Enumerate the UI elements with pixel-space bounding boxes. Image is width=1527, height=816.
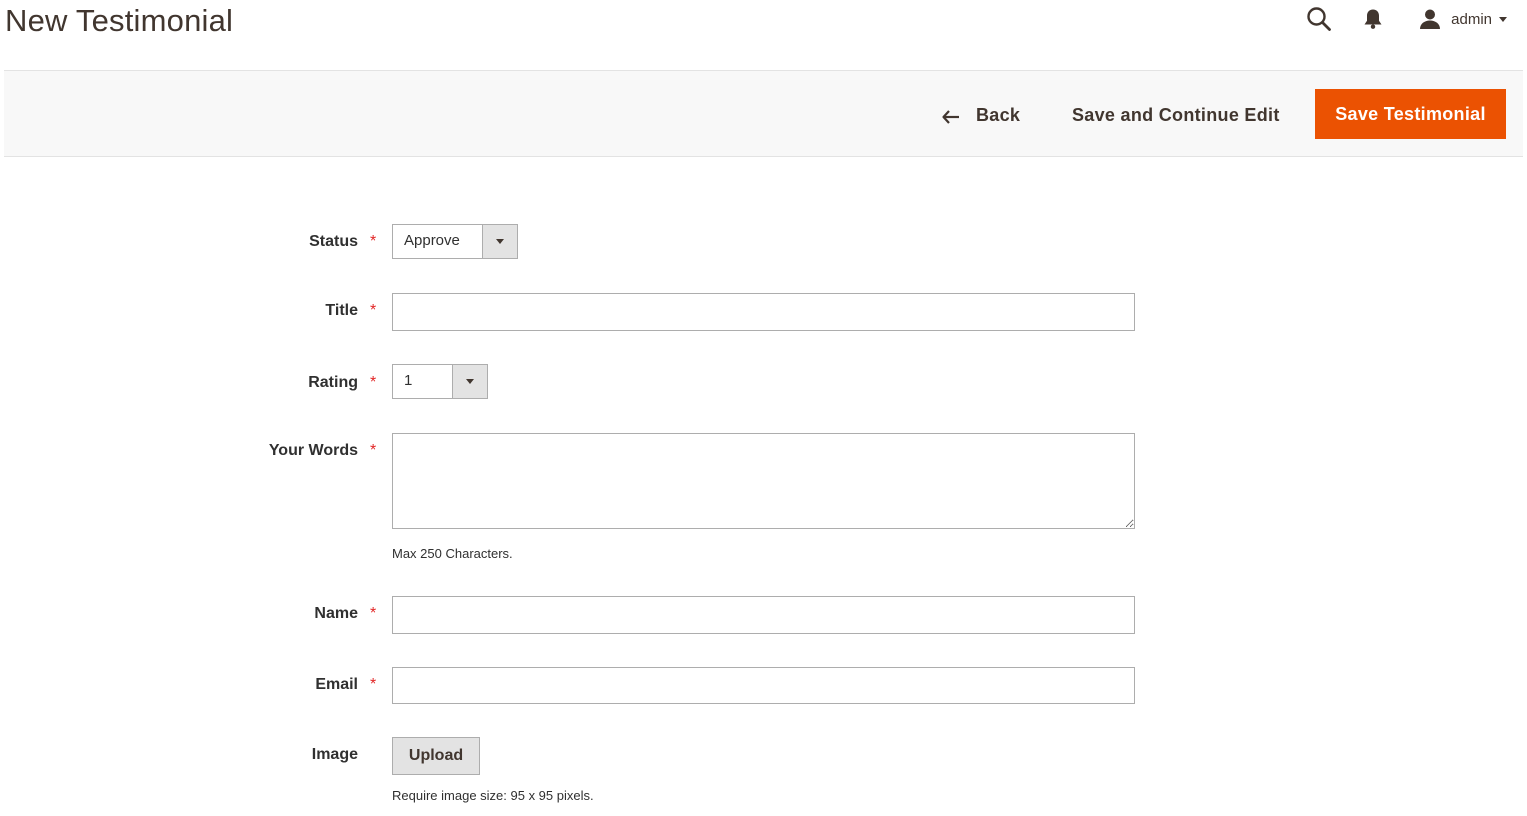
rating-required-mark: * [370,374,377,391]
save-testimonial-button[interactable]: Save Testimonial [1315,89,1506,139]
user-name: admin [1451,10,1492,28]
chevron-down-icon [496,239,504,244]
bell-icon[interactable] [1361,4,1385,34]
email-input[interactable] [392,667,1135,704]
status-select-value: Approve [404,232,460,249]
field-title: Title * [0,293,1527,331]
name-label: Name [314,605,358,622]
email-required-mark: * [370,676,377,693]
upload-button[interactable]: Upload [392,737,480,775]
user-menu[interactable]: admin [1419,8,1507,30]
rating-label: Rating [308,374,358,391]
rating-select-arrow [452,365,487,398]
image-size-note: Require image size: 95 x 95 pixels. [392,788,594,803]
page-header: New Testimonial admin [0,0,1527,70]
rating-select-value: 1 [404,372,413,389]
status-label: Status [309,233,358,250]
field-name: Name * [0,596,1527,634]
search-icon[interactable] [1304,4,1334,34]
rating-select[interactable]: 1 [392,364,488,399]
title-label: Title [325,302,358,319]
field-image: Image Upload Require image size: 95 x 95… [0,737,1527,807]
field-your-words: Your Words * Max 250 Characters. [0,433,1527,563]
save-and-continue-button[interactable]: Save and Continue Edit [1072,99,1280,131]
arrow-left-icon [942,108,960,124]
page-actions-bar: Back Save and Continue Edit Save Testimo… [4,70,1523,157]
chevron-down-icon [466,379,474,384]
field-email: Email * [0,667,1527,705]
header-actions: admin [1304,4,1507,34]
status-required-mark: * [370,233,377,250]
page-title: New Testimonial [5,3,234,38]
name-input[interactable] [392,596,1135,634]
back-button[interactable]: Back [942,99,1020,131]
back-label: Back [976,104,1021,125]
image-label: Image [311,746,358,763]
title-input[interactable] [392,293,1135,331]
email-label: Email [315,676,358,693]
name-required-mark: * [370,605,377,622]
your-words-label: Your Words [268,442,358,459]
chevron-down-icon [1499,16,1507,22]
your-words-required-mark: * [370,442,377,459]
status-select-arrow [482,225,517,258]
title-required-mark: * [370,302,377,319]
your-words-textarea[interactable] [392,433,1135,529]
user-icon [1419,8,1441,30]
your-words-note: Max 250 Characters. [392,546,513,561]
field-status: Status * Approve [0,224,1527,260]
field-rating: Rating * 1 [0,364,1527,400]
status-select[interactable]: Approve [392,224,518,259]
